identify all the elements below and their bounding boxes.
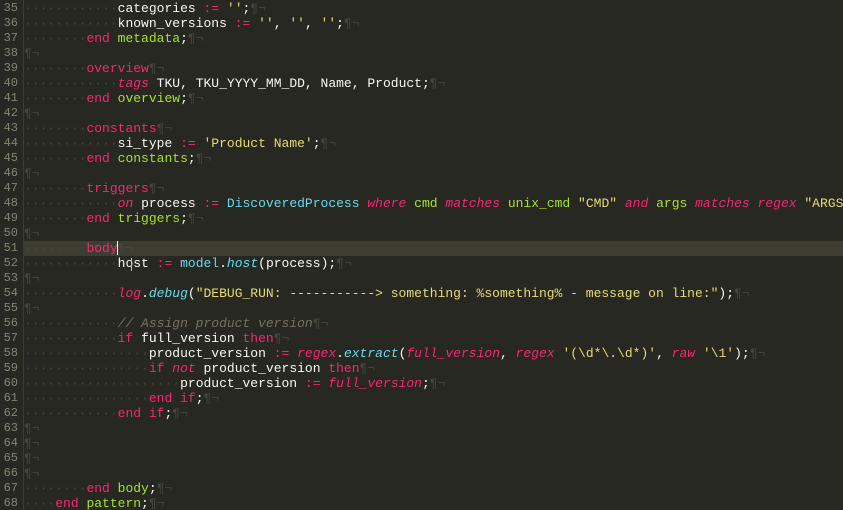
code-line[interactable]: ············known_versions := '', '', ''… xyxy=(24,16,843,31)
line-number: 56 xyxy=(0,316,18,331)
line-number: 46 xyxy=(0,166,18,181)
code-line[interactable]: ············// Assign product version¶¬ xyxy=(24,316,843,331)
line-number: 38 xyxy=(0,46,18,61)
code-line[interactable]: ¶¬ xyxy=(24,46,843,61)
code-area[interactable]: ············categories := '';¶¬·········… xyxy=(24,0,843,510)
code-line[interactable]: ············si_type := 'Product Name';¶¬ xyxy=(24,136,843,151)
code-line[interactable]: ¶¬ xyxy=(24,166,843,181)
code-line[interactable]: ············tags TKU, TKU_YYYY_MM_DD, Na… xyxy=(24,76,843,91)
line-number: 41 xyxy=(0,91,18,106)
line-number: 54 xyxy=(0,286,18,301)
code-line[interactable]: ········end constants;¶¬ xyxy=(24,151,843,166)
code-line[interactable]: ········overview¶¬ xyxy=(24,61,843,76)
line-number: 42 xyxy=(0,106,18,121)
line-number: 55 xyxy=(0,301,18,316)
line-number: 36 xyxy=(0,16,18,31)
code-line[interactable]: ········triggers¶¬ xyxy=(24,181,843,196)
code-line[interactable]: ········end overview;¶¬ xyxy=(24,91,843,106)
code-line[interactable]: ················product_version := regex… xyxy=(24,346,843,361)
code-line[interactable]: ················if not product_version t… xyxy=(24,361,843,376)
line-number: 57 xyxy=(0,331,18,346)
line-number: 40 xyxy=(0,76,18,91)
code-line[interactable]: ····················product_version := f… xyxy=(24,376,843,391)
line-number: 63 xyxy=(0,421,18,436)
line-number: 59 xyxy=(0,361,18,376)
line-number: 62 xyxy=(0,406,18,421)
code-line[interactable]: ············log.debug("DEBUG_RUN: ------… xyxy=(24,286,843,301)
code-line[interactable]: ········end metadata;¶¬ xyxy=(24,31,843,46)
code-line[interactable]: ¶¬ xyxy=(24,451,843,466)
line-number: 51 xyxy=(0,241,18,256)
code-editor[interactable]: 3536373839404142434445464748495051525354… xyxy=(0,0,843,510)
code-line[interactable]: ········end triggers;¶¬ xyxy=(24,211,843,226)
line-number: 58 xyxy=(0,346,18,361)
code-line[interactable]: ····end pattern;¶¬ xyxy=(24,496,843,510)
line-number: 39 xyxy=(0,61,18,76)
line-number-gutter: 3536373839404142434445464748495051525354… xyxy=(0,0,24,510)
code-line[interactable]: ¶¬ xyxy=(24,226,843,241)
code-line[interactable]: ········body¶¬ xyxy=(24,241,843,256)
code-line[interactable]: ············on process := DiscoveredProc… xyxy=(24,196,843,211)
line-number: 68 xyxy=(0,496,18,510)
code-line[interactable]: ················end if;¶¬ xyxy=(24,391,843,406)
code-line[interactable]: ············host := model.host(process);… xyxy=(24,256,843,271)
code-line[interactable]: ¶¬ xyxy=(24,106,843,121)
code-line[interactable]: ········constants¶¬ xyxy=(24,121,843,136)
line-number: 61 xyxy=(0,391,18,406)
code-line[interactable]: ············end if;¶¬ xyxy=(24,406,843,421)
code-line[interactable]: ············categories := '';¶¬ xyxy=(24,1,843,16)
line-number: 45 xyxy=(0,151,18,166)
code-line[interactable]: ¶¬ xyxy=(24,466,843,481)
line-number: 35 xyxy=(0,1,18,16)
line-number: 47 xyxy=(0,181,18,196)
line-number: 37 xyxy=(0,31,18,46)
code-line[interactable]: ············if full_version then¶¬ xyxy=(24,331,843,346)
line-number: 60 xyxy=(0,376,18,391)
line-number: 43 xyxy=(0,121,18,136)
line-number: 64 xyxy=(0,436,18,451)
line-number: 50 xyxy=(0,226,18,241)
line-number: 53 xyxy=(0,271,18,286)
line-number: 65 xyxy=(0,451,18,466)
line-number: 48 xyxy=(0,196,18,211)
code-line[interactable]: ¶¬ xyxy=(24,301,843,316)
code-line[interactable]: ¶¬ xyxy=(24,436,843,451)
line-number: 49 xyxy=(0,211,18,226)
line-number: 44 xyxy=(0,136,18,151)
line-number: 67 xyxy=(0,481,18,496)
line-number: 66 xyxy=(0,466,18,481)
code-line[interactable]: ¶¬ xyxy=(24,271,843,286)
line-number: 52 xyxy=(0,256,18,271)
code-line[interactable]: ········end body;¶¬ xyxy=(24,481,843,496)
code-line[interactable]: ¶¬ xyxy=(24,421,843,436)
